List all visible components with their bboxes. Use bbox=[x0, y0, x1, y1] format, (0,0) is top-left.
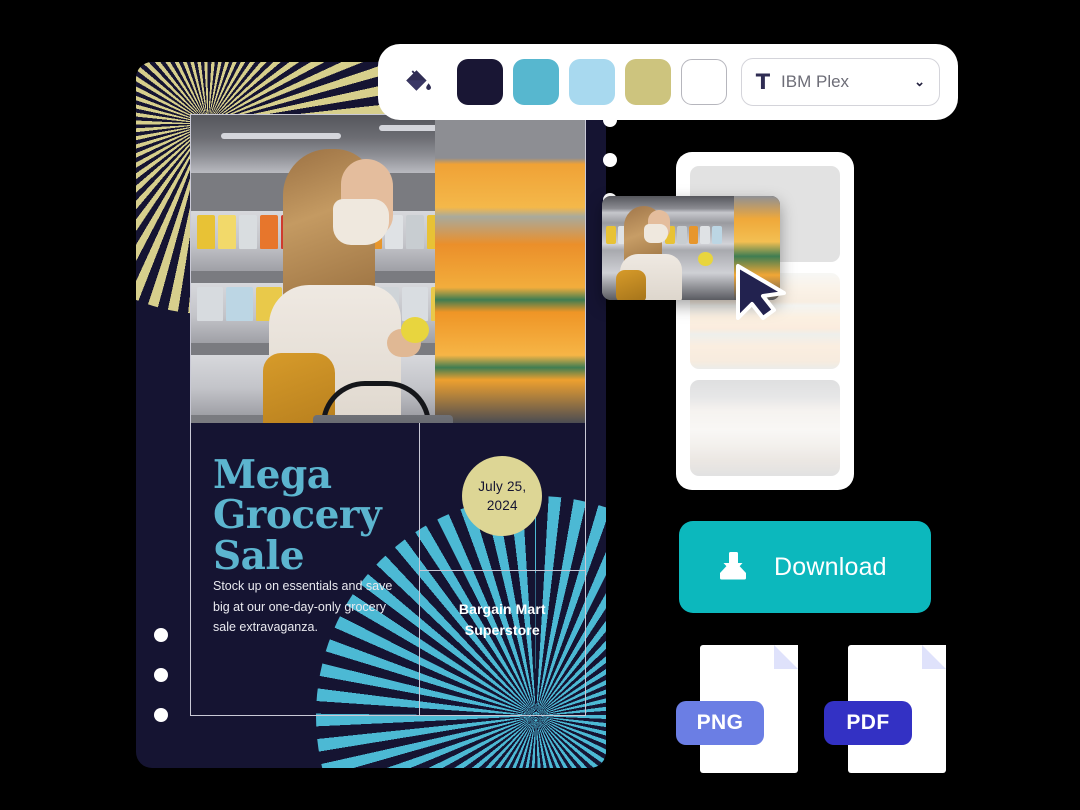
poster-right-column: July 25, 2024 Bargain Mart Superstore bbox=[419, 423, 585, 715]
poster-date-cell: July 25, 2024 bbox=[419, 423, 585, 571]
poster-description[interactable]: Stock up on essentials and save big at o… bbox=[213, 576, 393, 637]
chevron-down-icon[interactable]: ⌄ bbox=[914, 74, 925, 90]
font-family-select[interactable]: T IBM Plex ⌄ bbox=[740, 58, 940, 106]
poster-canvas[interactable]: coop Mega Grocery Sale Stock up on essen… bbox=[136, 62, 606, 768]
font-select-value: IBM Plex bbox=[781, 72, 850, 91]
poster-side-dots bbox=[154, 628, 168, 722]
dragged-thumbnail-shopper-mask bbox=[644, 224, 668, 243]
family-shopping-thumbnail-image bbox=[690, 380, 840, 476]
pointer-arrow-cursor bbox=[730, 262, 792, 329]
canvas-stage: coop Mega Grocery Sale Stock up on essen… bbox=[0, 0, 1080, 810]
poster-dot-1 bbox=[154, 628, 168, 642]
thumbnail-slot-3[interactable] bbox=[690, 380, 840, 476]
poster-dot-2 bbox=[154, 668, 168, 682]
style-toolbar: T IBM Plex ⌄ bbox=[378, 44, 958, 120]
download-icon bbox=[720, 552, 746, 580]
poster-hero-photo[interactable]: coop bbox=[191, 115, 585, 423]
poster-text-section: Mega Grocery Sale Stock up on essentials… bbox=[191, 422, 585, 715]
produce-display bbox=[435, 115, 585, 423]
swatch-teal[interactable] bbox=[512, 59, 559, 105]
dragged-thumbnail-shopper-bag bbox=[616, 270, 646, 300]
poster-date-badge[interactable]: July 25, 2024 bbox=[462, 456, 543, 537]
text-T-icon: T bbox=[755, 69, 771, 94]
poster-brand-cell: Bargain Mart Superstore bbox=[420, 571, 585, 715]
download-button[interactable]: Download bbox=[679, 521, 931, 613]
paint-bucket-icon[interactable] bbox=[398, 62, 437, 102]
color-swatch-group bbox=[456, 59, 727, 105]
panel-side-dots bbox=[603, 113, 617, 207]
lemon-fruit bbox=[401, 317, 429, 343]
panel-dot-2 bbox=[603, 153, 617, 167]
swatch-lightblue[interactable] bbox=[568, 59, 615, 105]
png-file-badge: PNG bbox=[676, 701, 764, 745]
swatch-white[interactable] bbox=[680, 59, 727, 105]
swatch-khaki[interactable] bbox=[624, 59, 671, 105]
download-button-label: Download bbox=[774, 552, 887, 581]
shopper-face-mask bbox=[333, 199, 389, 245]
poster-title[interactable]: Mega Grocery Sale bbox=[213, 454, 393, 577]
dragged-thumbnail-lemon bbox=[698, 252, 713, 266]
pdf-file-badge: PDF bbox=[824, 701, 912, 745]
poster-dot-3 bbox=[154, 708, 168, 722]
file-card-pdf[interactable]: PDF bbox=[824, 645, 946, 773]
poster-left-column: Mega Grocery Sale Stock up on essentials… bbox=[191, 422, 420, 715]
shopping-basket bbox=[313, 415, 453, 423]
ceiling-light-1 bbox=[221, 133, 341, 139]
swatch-navy[interactable] bbox=[456, 59, 503, 105]
poster-content-frame: coop Mega Grocery Sale Stock up on essen… bbox=[190, 114, 586, 716]
poster-brand-name[interactable]: Bargain Mart Superstore bbox=[420, 599, 585, 641]
file-card-png[interactable]: PNG bbox=[676, 645, 798, 773]
